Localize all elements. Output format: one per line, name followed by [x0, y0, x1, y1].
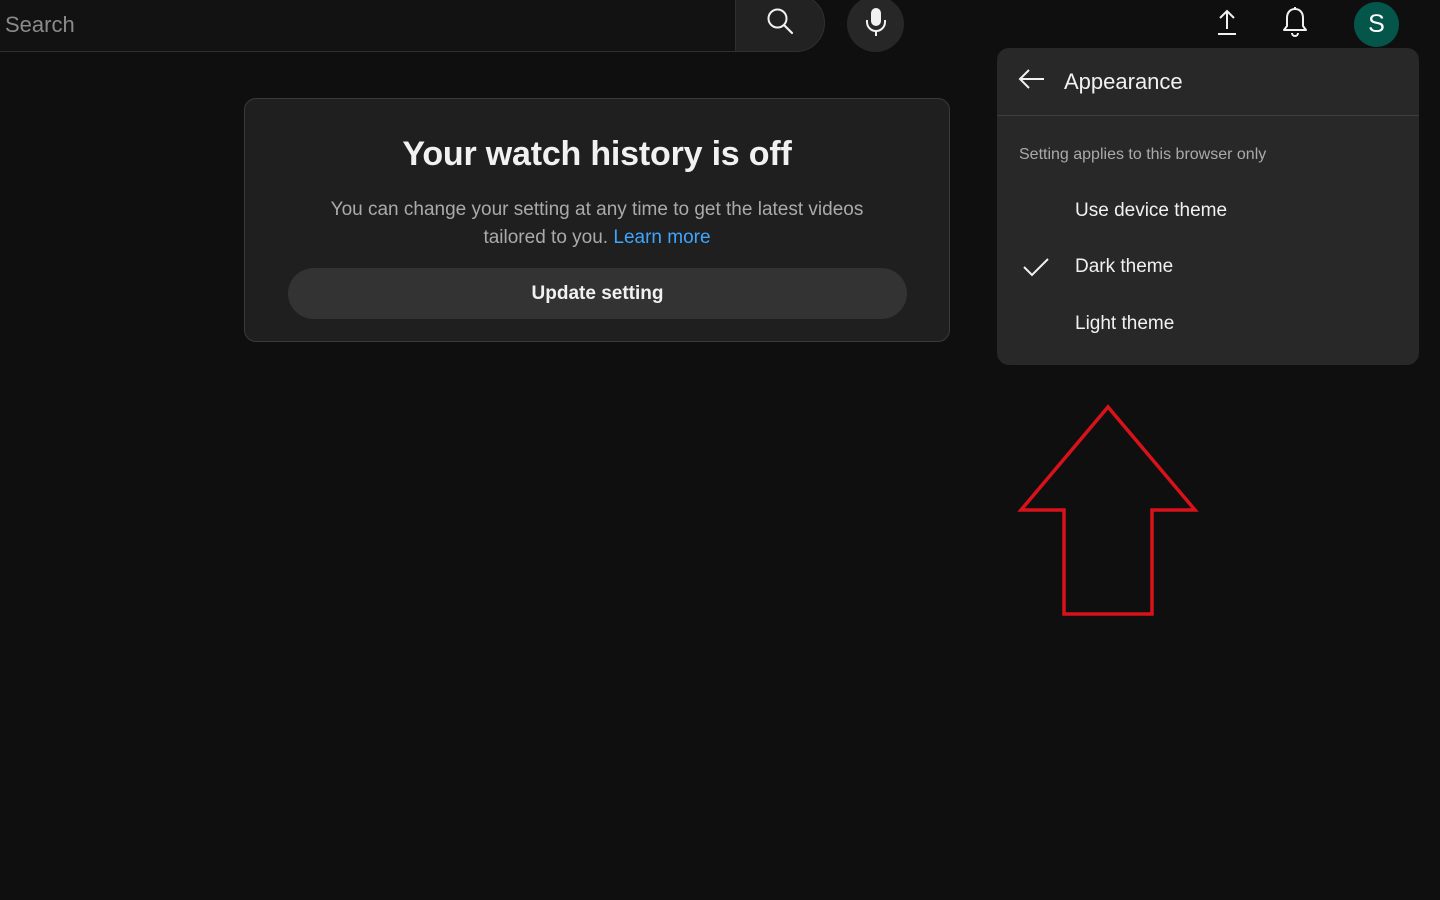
back-button[interactable]: [1009, 59, 1055, 105]
back-arrow-icon: [1018, 68, 1046, 95]
menu-note: Setting applies to this browser only: [1019, 146, 1267, 163]
option-label: Use device theme: [1075, 200, 1228, 221]
microphone-icon: [865, 7, 887, 42]
search-icon: [766, 7, 794, 40]
voice-search-button[interactable]: [847, 0, 904, 52]
checkmark-icon: [997, 239, 1075, 295]
watch-history-card: Your watch history is off You can change…: [244, 98, 950, 342]
history-description: You can change your setting at any time …: [307, 196, 887, 252]
appearance-menu: Appearance Setting applies to this brows…: [997, 48, 1419, 365]
option-label: Light theme: [1075, 313, 1175, 334]
menu-title: Appearance: [1064, 68, 1183, 94]
notifications-button[interactable]: [1275, 4, 1315, 44]
bell-icon: [1281, 6, 1309, 43]
option-light-theme[interactable]: Light theme: [997, 296, 1419, 352]
update-setting-button[interactable]: Update setting: [288, 268, 907, 319]
menu-header: Appearance: [997, 48, 1419, 116]
check-slot: [997, 183, 1075, 239]
search-button[interactable]: [735, 0, 825, 52]
avatar-letter: S: [1368, 10, 1385, 38]
check-slot: [997, 296, 1075, 352]
learn-more-link[interactable]: Learn more: [613, 227, 710, 248]
upload-button[interactable]: [1207, 4, 1247, 44]
option-dark-theme[interactable]: Dark theme: [997, 239, 1419, 295]
upload-icon: [1215, 8, 1239, 41]
search-box[interactable]: [0, 0, 736, 52]
search-input[interactable]: [0, 8, 736, 38]
history-title: Your watch history is off: [402, 135, 792, 173]
option-label: Dark theme: [1075, 256, 1174, 277]
history-description-text: You can change your setting at any time …: [330, 199, 864, 248]
avatar[interactable]: S: [1354, 2, 1399, 47]
option-use-device-theme[interactable]: Use device theme: [997, 183, 1419, 239]
